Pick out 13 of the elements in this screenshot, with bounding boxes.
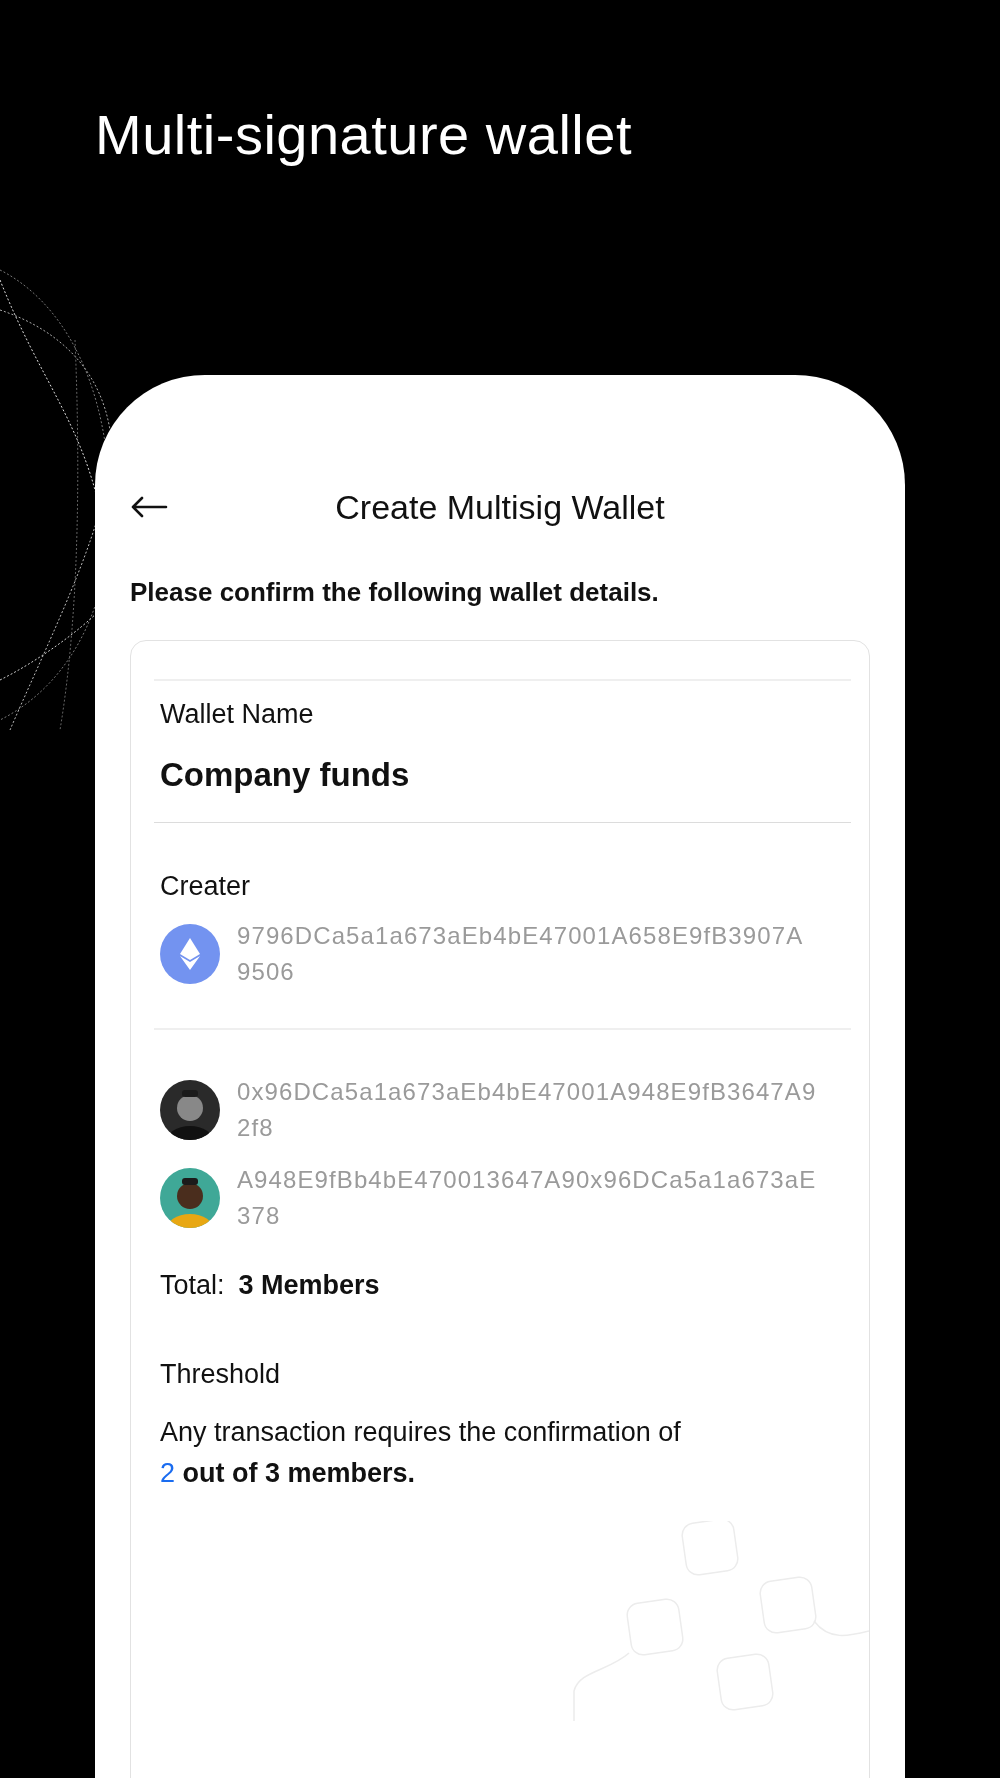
field-label: Wallet Name	[160, 698, 315, 730]
threshold-text: Any transaction requires the confirmation of 2 out of 3 members.	[160, 1415, 682, 1490]
wallet-name: Company funds	[160, 755, 411, 794]
intro-text: Please confirm the following wallet details.	[130, 577, 660, 608]
field-label: Creater	[160, 871, 252, 902]
member-count: 3 Members	[238, 1269, 380, 1301]
total-label: Total:	[160, 1269, 225, 1301]
wallet-address: A948E9fBb4bE470013647A90x96DCa5a1a673aE378	[237, 1164, 817, 1231]
page-headline: Multi-signature wallet	[94, 102, 633, 168]
field-label: Threshold	[160, 1358, 282, 1390]
wallet-address: 0x96DCa5a1a673aEb4bE47001A948E9fB3647A92f8	[237, 1076, 817, 1143]
screen-title: Create Multisig Wallet	[335, 487, 665, 527]
wallet-address: 9796DCa5a1a673aEb4bE47001A658E9fB3907A9506	[237, 921, 805, 987]
